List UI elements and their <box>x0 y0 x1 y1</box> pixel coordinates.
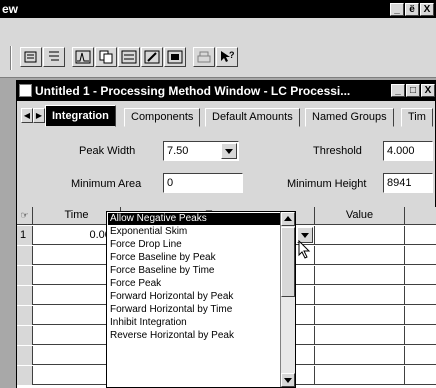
scroll-down-button[interactable] <box>281 373 295 387</box>
props-icon <box>24 51 37 63</box>
value-cell[interactable] <box>315 286 405 305</box>
svg-text:?: ? <box>229 50 235 60</box>
dropdown-option[interactable]: Force Peak <box>108 278 280 290</box>
column-header-extra <box>405 207 436 225</box>
tab-named-groups[interactable]: Named Groups <box>305 108 394 127</box>
toolbar-view-button[interactable] <box>164 47 186 67</box>
toolbar-tree-button[interactable] <box>43 47 65 67</box>
child-titlebar: Untitled 1 - Processing Method Window - … <box>17 81 436 101</box>
minimum-height-label: Minimum Height <box>287 178 367 190</box>
peak-width-value: 7.50 <box>167 145 189 157</box>
arrow-up-icon <box>284 216 292 221</box>
app-close-button[interactable]: X <box>420 3 434 16</box>
child-minimize-button[interactable]: _ <box>391 84 405 97</box>
toolbar-print-button[interactable] <box>193 47 215 67</box>
scroll-up-button[interactable] <box>281 212 295 226</box>
copy-icon <box>99 50 113 64</box>
minimum-area-label: Minimum Area <box>71 178 142 190</box>
row-number <box>17 246 33 265</box>
tree-icon <box>49 51 59 61</box>
peak-width-label: Peak Width <box>79 145 136 157</box>
toolbar-list-button[interactable] <box>118 47 140 67</box>
threshold-label: Threshold <box>313 145 362 157</box>
child-caption-buttons: _ □ X <box>391 84 435 97</box>
list-icon <box>121 50 137 64</box>
row-number <box>17 366 33 385</box>
value-cell[interactable] <box>315 226 405 245</box>
child-window-title: Untitled 1 - Processing Method Window - … <box>35 84 351 98</box>
peak-width-dropdown-button[interactable] <box>221 143 237 159</box>
row-number <box>17 286 33 305</box>
app-title: ew <box>2 2 19 16</box>
dropdown-option[interactable]: Reverse Horizontal by Peak <box>108 330 280 342</box>
arrow-down-icon <box>284 378 292 383</box>
dropdown-option[interactable]: Force Drop Line <box>108 239 280 251</box>
type-dropdown-list[interactable]: Allow Negative Peaks Exponential Skim Fo… <box>106 211 296 388</box>
toolbar-props-button[interactable] <box>20 47 42 67</box>
tab-timed-events[interactable]: Tim <box>401 108 433 127</box>
row-number <box>17 266 33 285</box>
app-minimize-button[interactable]: _ <box>390 3 404 16</box>
row-number <box>17 326 33 345</box>
toolbar: ? <box>0 38 436 78</box>
toolbar-copy-button[interactable] <box>95 47 117 67</box>
row-number: 1 <box>17 226 33 245</box>
scroll-thumb[interactable] <box>281 227 295 297</box>
toolbar-chromatogram-button[interactable] <box>72 47 94 67</box>
toolbar-help-button[interactable]: ? <box>216 47 238 67</box>
print-icon <box>197 51 211 63</box>
dropdown-option[interactable]: Forward Horizontal by Peak <box>108 291 280 303</box>
threshold-field[interactable]: 4.000 <box>383 141 433 161</box>
minimum-area-field[interactable]: 0 <box>163 173 243 193</box>
dropdown-option[interactable]: Exponential Skim <box>108 226 280 238</box>
value-cell[interactable] <box>315 246 405 265</box>
value-cell[interactable] <box>315 326 405 345</box>
grid-corner-icon[interactable]: ☞ <box>17 207 33 225</box>
minimum-height-field[interactable]: 8941 <box>383 173 433 193</box>
row-number <box>17 306 33 325</box>
dropdown-scrollbar[interactable] <box>280 212 295 387</box>
toolbar-edit-button[interactable] <box>141 47 163 67</box>
tab-default-amounts[interactable]: Default Amounts <box>205 108 300 127</box>
dropdown-option[interactable]: Inhibit Integration <box>108 317 280 329</box>
dropdown-option[interactable]: Force Baseline by Time <box>108 265 280 277</box>
mouse-cursor-icon <box>298 240 311 259</box>
toolbar-separator <box>10 46 12 70</box>
tab-strip: ◀ ▶ Integration Components Default Amoun… <box>17 105 436 127</box>
chromatogram-icon <box>75 50 91 64</box>
dropdown-option[interactable]: Allow Negative Peaks <box>108 213 280 225</box>
child-close-button[interactable]: X <box>421 84 435 97</box>
help-pointer-icon: ? <box>221 50 235 62</box>
tab-components[interactable]: Components <box>124 108 201 127</box>
dropdown-option[interactable]: Force Baseline by Peak <box>108 252 280 264</box>
tab-scroll-left-button[interactable]: ◀ <box>21 108 33 123</box>
app-caption-buttons: _ ё X <box>390 3 434 16</box>
column-header-value[interactable]: Value <box>315 207 405 225</box>
value-cell[interactable] <box>315 346 405 365</box>
value-cell[interactable] <box>315 366 405 385</box>
value-cell[interactable] <box>315 266 405 285</box>
peak-width-combo[interactable]: 7.50 <box>163 141 239 161</box>
tab-scroll-right-button[interactable]: ▶ <box>33 108 45 123</box>
child-maximize-button[interactable]: □ <box>406 84 420 97</box>
view-icon <box>167 50 183 64</box>
menubar <box>0 18 436 38</box>
row-number <box>17 346 33 365</box>
dropdown-option[interactable]: Forward Horizontal by Time <box>108 304 280 316</box>
edit-icon <box>144 50 160 64</box>
app-titlebar: ew _ ё X <box>0 0 436 18</box>
integration-form: Peak Width 7.50 Threshold 4.000 Minimum … <box>17 127 436 193</box>
tab-integration[interactable]: Integration <box>45 105 116 127</box>
document-icon <box>19 84 32 97</box>
value-cell[interactable] <box>315 306 405 325</box>
chevron-down-icon <box>225 149 233 154</box>
app-restore-button[interactable]: ё <box>405 3 419 16</box>
